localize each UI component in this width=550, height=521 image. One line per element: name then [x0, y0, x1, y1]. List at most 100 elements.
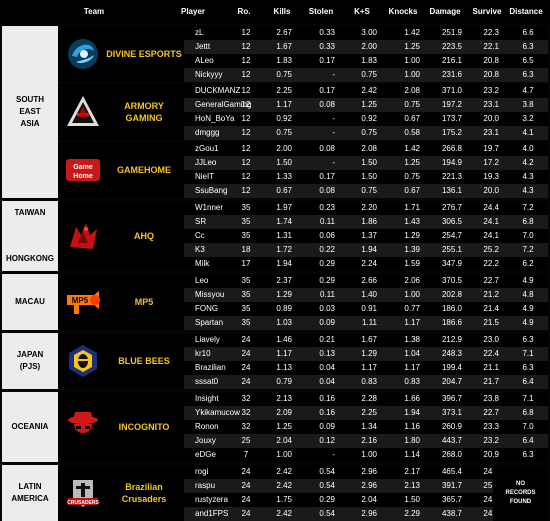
cell-distance: 6.3 — [522, 335, 534, 344]
table-row: Nickyyy 12 0.75 - 0.75 1.00 231.6 20.8 6.3 — [184, 68, 548, 82]
player-rows: Leo 35 2.37 0.29 2.66 2.06 370.5 22.7 4.9 Missyou… — [184, 274, 548, 330]
cell-survive: 22.3 — [483, 28, 499, 37]
cell-knocks: 1.29 — [404, 231, 420, 240]
cell-player: dmggg — [195, 128, 220, 137]
header-rounds: Ro. — [237, 7, 251, 16]
cell-player: rogi — [195, 467, 209, 476]
cell-stolen: 0.11 — [320, 217, 335, 226]
cell-kills: 1.29 — [276, 290, 292, 299]
cell-player: raspu — [195, 481, 216, 490]
cell-stolen: 0.23 — [319, 203, 335, 212]
cell-player: zGou1 — [195, 144, 219, 153]
cell-player: and1FPS — [195, 509, 229, 518]
cell-stolen: 0.11 — [320, 290, 335, 299]
cell-survive: 20.0 — [483, 114, 499, 123]
cell-stolen: - — [332, 70, 335, 79]
cell-rounds: 35 — [241, 304, 251, 313]
cell-damage: 216.1 — [441, 56, 462, 65]
cell-stolen: 0.54 — [319, 467, 335, 476]
cell-stolen: 0.54 — [319, 509, 335, 518]
cell-distance: 4.9 — [522, 318, 534, 327]
cell-knocks: 1.16 — [404, 422, 420, 431]
cell-distance: 4.2 — [522, 158, 534, 167]
cell-survive: 22.7 — [483, 276, 499, 285]
cell-rounds: 24 — [241, 363, 251, 372]
team-name: MP5 — [134, 297, 154, 307]
region-line: TAIWAN — [14, 207, 46, 217]
cell-ks: 1.29 — [361, 349, 377, 358]
region-label: SOUTH EAST ASIA — [2, 26, 58, 198]
cell-damage: 370.5 — [441, 276, 462, 285]
divine-esports-logo — [64, 35, 102, 73]
cell-survive: 20.0 — [483, 186, 499, 195]
cell-player: Cc — [195, 231, 205, 240]
table-row: Ykikamucow 32 2.09 0.16 2.25 1.94 373.1 22.7 6.8 — [184, 406, 548, 420]
cell-rounds: 24 — [241, 467, 251, 476]
region-group: MACAU MP5 MP5 Leo 35 2.37 0.29 2.66 2.06 370.5 22.… — [2, 274, 548, 330]
cell-kills: 1.74 — [276, 217, 292, 226]
cell-rounds: 35 — [241, 276, 251, 285]
cell-stolen: 0.29 — [319, 259, 335, 268]
player-rows: rogi 24 2.42 0.54 2.96 2.17 465.4 24.6 raspu 24 2.… — [184, 465, 548, 521]
cell-knocks: 0.77 — [404, 304, 420, 313]
cell-stolen: 0.29 — [319, 276, 335, 285]
svg-text:CRUSADERS: CRUSADERS — [67, 500, 99, 506]
table-row: kr10 24 1.17 0.13 1.29 1.04 248.3 22.4 7.1 — [184, 347, 548, 361]
table-row: K3 18 1.72 0.22 1.94 1.39 255.1 25.2 7.2 — [184, 243, 548, 257]
header-stolen: Stolen — [308, 7, 334, 16]
cell-distance: 4.3 — [522, 186, 534, 195]
cell-knocks: 1.00 — [404, 56, 420, 65]
cell-distance: 6.3 — [522, 70, 534, 79]
cell-stolen: - — [332, 128, 335, 137]
table-row: Ronon 32 1.25 0.09 1.34 1.16 260.9 23.3 7.0 — [184, 420, 548, 434]
cell-rounds: 24 — [241, 377, 251, 386]
region-label: JAPAN (PJS) — [2, 333, 58, 389]
cell-ks: 0.92 — [361, 114, 377, 123]
region-group: JAPAN (PJS) BLUE BEES Liavely 24 1.46 0.21 1.67… — [2, 333, 548, 389]
cell-rounds: 12 — [241, 144, 251, 153]
cell-rounds: 17 — [241, 259, 251, 268]
table-row: DUCKMANZ 12 2.25 0.17 2.42 2.08 371.0 23.2 4.7 — [184, 84, 548, 98]
cell-kills: 0.75 — [276, 70, 292, 79]
no-records-line: NO — [515, 480, 525, 487]
cell-kills: 1.94 — [276, 259, 292, 268]
cell-survive: 23.8 — [483, 394, 499, 403]
table-row: sssat0 24 0.79 0.04 0.83 0.83 204.7 21.7 6.4 — [184, 375, 548, 389]
header-kills: Kills — [273, 7, 291, 16]
cell-kills: 1.03 — [276, 318, 292, 327]
cell-survive: 25.2 — [483, 245, 499, 254]
cell-knocks: 1.25 — [404, 158, 420, 167]
cell-survive: 21.5 — [483, 318, 499, 327]
table-row: SsuBang 12 0.67 0.08 0.75 0.67 136.1 20.0 4.3 — [184, 184, 548, 198]
gamehome-logo: Game Home — [64, 151, 102, 189]
cell-knocks: 1.38 — [404, 335, 420, 344]
cell-distance: 4.9 — [522, 276, 534, 285]
table-row: eDGe 7 1.00 - 1.00 1.14 268.0 20.9 6.3 — [184, 448, 548, 462]
cell-knocks: 1.39 — [404, 245, 420, 254]
team-name: Brazilian Crusaders — [121, 482, 167, 504]
cell-damage: 223.5 — [441, 42, 462, 51]
cell-player: Spartan — [195, 318, 224, 327]
region-line: JAPAN — [16, 350, 44, 359]
header-player: Player — [180, 7, 206, 16]
cell-knocks: 0.75 — [404, 172, 420, 181]
cell-kills: 0.89 — [276, 304, 292, 313]
cell-damage: 276.7 — [441, 203, 462, 212]
cell-rounds: 35 — [241, 290, 251, 299]
team-name: INCOGNITO — [118, 422, 170, 432]
header-knocks: Knocks — [388, 7, 418, 16]
table-row: ALeo 12 1.83 0.17 1.83 1.00 216.1 20.8 6.5 — [184, 54, 548, 68]
header-survive: Survive — [472, 7, 502, 16]
region-line: AMERICA — [11, 494, 49, 503]
header-team: Team — [83, 7, 105, 16]
cell-kills: 2.00 — [276, 144, 292, 153]
cell-damage: 347.9 — [441, 259, 462, 268]
table-row: NieIT 12 1.33 0.17 1.50 0.75 221.3 19.3 4.3 — [184, 170, 548, 184]
cell-ks: 1.40 — [361, 290, 377, 299]
table-row: Spartan 35 1.03 0.09 1.11 1.17 186.6 21.5 4.9 — [184, 316, 548, 330]
cell-knocks: 2.08 — [404, 86, 420, 95]
cell-distance: 7.2 — [522, 203, 534, 212]
cell-stolen: 0.33 — [319, 42, 335, 51]
cell-damage: 465.4 — [441, 467, 462, 476]
svg-text:Game: Game — [73, 164, 93, 171]
